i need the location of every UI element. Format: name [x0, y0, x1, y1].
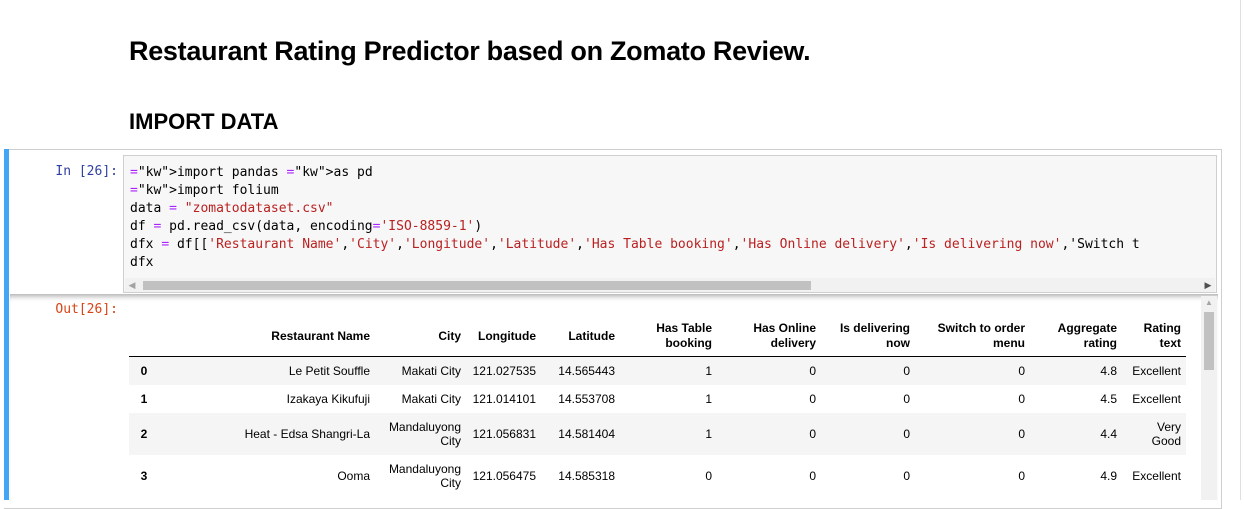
table-cell: Makati City	[401, 363, 461, 378]
scroll-right-icon[interactable]: ▶	[1201, 278, 1215, 292]
table-cell: 1	[705, 363, 712, 378]
scrollbar-thumb[interactable]	[1204, 312, 1214, 370]
table-cell: 4.5	[1100, 391, 1117, 406]
vertical-scrollbar[interactable]: ▲	[1201, 296, 1217, 500]
table-cell: Makati City	[401, 391, 461, 406]
table-cell: 0	[809, 468, 816, 483]
column-header: Has Online delivery	[717, 316, 821, 357]
table-row: 2 Heat - Edsa Shangri-La Mandaluyong City 12…	[129, 412, 1186, 455]
active-cell-indicator	[4, 149, 9, 500]
table-cell: 121.014101	[472, 391, 536, 406]
column-header	[129, 316, 159, 357]
table-cell: Very Good	[1151, 419, 1181, 448]
table-cell: 0	[1018, 426, 1025, 441]
table-cell: 0	[705, 468, 712, 483]
notebook-title: Restaurant Rating Predictor based on Zom…	[129, 36, 811, 66]
table-cell: 14.565443	[558, 363, 615, 378]
column-header: Is delivering now	[821, 316, 915, 357]
table-cell: 14.585318	[558, 468, 615, 483]
table-cell: 121.056475	[472, 468, 536, 483]
table-cell: 4.8	[1100, 363, 1117, 378]
table-cell: 4.9	[1100, 468, 1117, 483]
row-index: 1	[140, 391, 148, 406]
table-cell: 14.553708	[558, 391, 615, 406]
row-index: 0	[140, 363, 148, 378]
table-cell: 0	[903, 391, 910, 406]
output-prompt: Out[26]:	[55, 302, 118, 317]
table-cell: Le Petit Souffle	[288, 363, 370, 378]
table-row: 1 Izakaya Kikufuji Makati City 121.014101 14…	[129, 385, 1186, 413]
code-line-1: ="kw">import pandas ="kw">as pd	[130, 165, 373, 180]
column-header: Longitude	[466, 316, 541, 357]
table-cell: Excellent	[1132, 468, 1181, 483]
table-cell: 0	[809, 391, 816, 406]
input-prompt: In [26]:	[55, 164, 118, 179]
column-header: Rating text	[1122, 316, 1186, 357]
column-header: Has Table booking	[620, 316, 717, 357]
table-cell: 0	[903, 426, 910, 441]
horizontal-scrollbar[interactable]: ◀ ▶	[125, 278, 1215, 292]
code-line-3: data = "zomatodataset.csv"	[130, 201, 334, 216]
table-cell: Mandaluyong City	[388, 419, 461, 448]
table-cell: 0	[809, 426, 816, 441]
column-header: Switch to order menu	[915, 316, 1030, 357]
table-cell: 0	[903, 363, 910, 378]
table-cell: 1	[705, 391, 712, 406]
column-header: Aggregate rating	[1030, 316, 1122, 357]
scroll-up-icon[interactable]: ▲	[1201, 296, 1217, 310]
row-index: 2	[140, 426, 148, 441]
row-index: 3	[140, 468, 148, 483]
table-cell: 0	[1018, 468, 1025, 483]
table-cell: 0	[1018, 391, 1025, 406]
code-line-4: df = pd.read_csv(data, encoding='ISO-885…	[130, 219, 483, 234]
table-cell: Heat - Edsa Shangri-La	[244, 426, 370, 441]
code-line-5: dfx = df[['Restaurant Name','City','Long…	[130, 237, 1140, 252]
dataframe-table: Restaurant Name City Longitude Latitude …	[129, 316, 1186, 497]
table-cell: Mandaluyong City	[388, 461, 461, 490]
table-cell: Excellent	[1132, 363, 1181, 378]
column-header: Restaurant Name	[159, 316, 375, 357]
code-block[interactable]: ="kw">import pandas ="kw">as pd ="kw">im…	[130, 164, 1140, 272]
page-edge	[1240, 0, 1241, 500]
table-cell: Izakaya Kikufuji	[286, 391, 370, 406]
code-editor[interactable]: ="kw">import pandas ="kw">as pd ="kw">im…	[123, 155, 1217, 293]
code-line-6: dfx	[130, 255, 154, 270]
table-cell: 0	[809, 363, 816, 378]
scroll-left-icon[interactable]: ◀	[125, 278, 139, 292]
table-cell: 121.056831	[472, 426, 536, 441]
table-cell: 121.027535	[472, 363, 536, 378]
column-header: Latitude	[541, 316, 620, 357]
table-cell: 1	[705, 426, 712, 441]
table-header-row: Restaurant Name City Longitude Latitude …	[129, 316, 1186, 357]
scrollbar-thumb[interactable]	[143, 281, 811, 290]
table-cell: Excellent	[1132, 391, 1181, 406]
code-line-2: ="kw">import folium	[130, 183, 279, 198]
table-cell: 4.4	[1100, 426, 1117, 441]
column-header: City	[375, 316, 466, 357]
table-cell: 0	[903, 468, 910, 483]
table-row: 3 Ooma Mandaluyong City 121.056475 14.585318 0…	[129, 455, 1186, 497]
section-heading: IMPORT DATA	[129, 109, 279, 134]
table-cell: 14.581404	[558, 426, 615, 441]
table-row: 0 Le Petit Souffle Makati City 121.027535 14…	[129, 356, 1186, 385]
table-cell: Ooma	[337, 468, 370, 483]
table-cell: 0	[1018, 363, 1025, 378]
